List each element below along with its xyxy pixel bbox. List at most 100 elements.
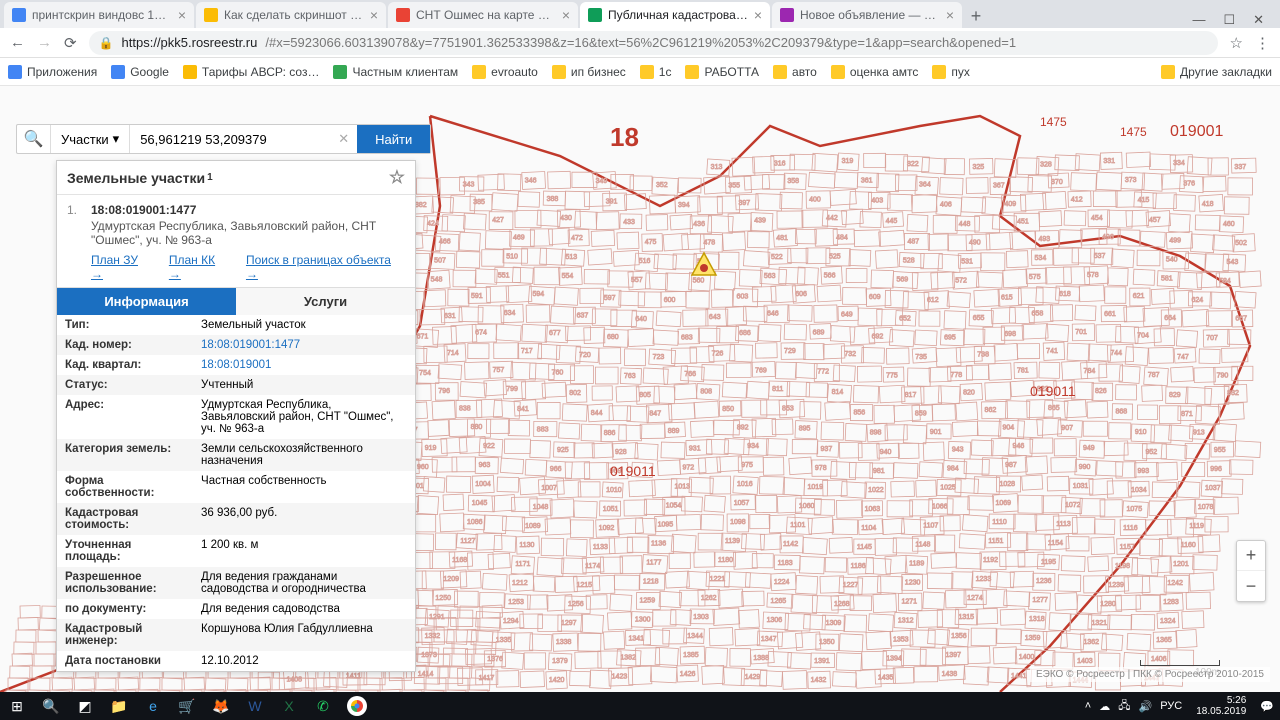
close-icon[interactable]: × <box>370 7 378 23</box>
svg-text:671: 671 <box>417 334 429 341</box>
taskview-icon[interactable]: ◩ <box>68 692 102 720</box>
bookmark-folder[interactable]: ип бизнес <box>552 65 626 79</box>
start-button[interactable]: ⊞ <box>0 692 34 720</box>
svg-text:1186: 1186 <box>851 563 866 570</box>
svg-text:1110: 1110 <box>992 519 1007 526</box>
svg-text:689: 689 <box>813 329 825 336</box>
taskbar-app[interactable]: e <box>136 692 170 720</box>
close-icon[interactable]: × <box>178 7 186 23</box>
tray-up-icon[interactable]: ˄ <box>1085 700 1091 712</box>
favorite-icon[interactable]: ☆ <box>389 167 405 188</box>
browser-tab[interactable]: Новое объявление — Объяв…× <box>772 2 962 28</box>
other-bookmarks[interactable]: Другие закладки <box>1161 65 1272 79</box>
tray-lang[interactable]: РУС <box>1160 700 1182 712</box>
svg-text:832: 832 <box>1227 390 1239 397</box>
taskbar-app[interactable]: 🛒 <box>170 692 204 720</box>
clear-icon[interactable]: ✕ <box>330 131 357 147</box>
quarter-label: 019011 <box>610 463 656 479</box>
svg-text:841: 841 <box>517 406 529 413</box>
menu-icon[interactable]: ⋮ <box>1255 34 1270 52</box>
tray-volume-icon[interactable]: 🔊 <box>1139 700 1153 713</box>
close-icon[interactable]: × <box>754 7 762 23</box>
svg-text:1086: 1086 <box>467 519 483 526</box>
reload-button[interactable]: ⟳ <box>64 34 77 52</box>
close-icon[interactable]: × <box>946 7 954 23</box>
tray-cloud-icon[interactable]: ☁ <box>1099 700 1110 713</box>
window-close-icon[interactable]: ✕ <box>1253 12 1264 28</box>
taskbar-app[interactable]: W <box>238 692 272 720</box>
taskbar-app[interactable]: X <box>272 692 306 720</box>
browser-tab[interactable]: СНТ Ошмес на карте Ижевск…× <box>388 2 578 28</box>
back-button[interactable]: ← <box>10 34 25 51</box>
svg-text:637: 637 <box>577 312 589 319</box>
taskbar-app[interactable]: 📁 <box>102 692 136 720</box>
bookmark-item[interactable]: Частным клиентам <box>333 65 458 79</box>
browser-tab-active[interactable]: Публичная кадастровая карт…× <box>580 2 770 28</box>
window-maximize-icon[interactable]: ☐ <box>1223 12 1235 28</box>
svg-text:714: 714 <box>447 350 459 357</box>
bookmark-folder[interactable]: РАБОТТА <box>685 65 759 79</box>
tab-info[interactable]: Информация <box>57 288 236 315</box>
zoom-out-button[interactable]: − <box>1237 571 1265 601</box>
taskbar-app[interactable]: 🦊 <box>204 692 238 720</box>
plan-zu-link[interactable]: План ЗУ → <box>91 253 153 281</box>
search-bounds-link[interactable]: Поиск в границах объекта → <box>246 253 405 281</box>
svg-text:865: 865 <box>1048 405 1060 412</box>
svg-text:781: 781 <box>1017 368 1029 375</box>
svg-text:361: 361 <box>861 177 873 184</box>
svg-text:448: 448 <box>959 221 971 228</box>
search-input[interactable] <box>130 125 330 153</box>
property-value: Земельный участок <box>193 315 415 335</box>
zoom-in-button[interactable]: + <box>1237 541 1265 571</box>
plan-kk-link[interactable]: План КК → <box>169 253 230 281</box>
find-button[interactable]: Найти <box>357 125 430 153</box>
svg-text:445: 445 <box>886 218 898 225</box>
quarter-label: 019011 <box>1030 383 1076 399</box>
search-result-marker[interactable] <box>690 251 718 280</box>
taskbar-clock[interactable]: 5:26 18.05.2019 <box>1190 695 1252 717</box>
search-icon[interactable]: 🔍 <box>17 125 51 153</box>
svg-text:1271: 1271 <box>901 598 917 605</box>
svg-text:1403: 1403 <box>1077 658 1093 665</box>
bookmark-folder[interactable]: 1с <box>640 65 672 79</box>
tab-services[interactable]: Услуги <box>236 288 415 315</box>
bookmark-folder[interactable]: оценка амтс <box>831 65 919 79</box>
bookmark-folder[interactable]: evroauto <box>472 65 538 79</box>
svg-text:1438: 1438 <box>942 671 958 678</box>
taskbar-app[interactable] <box>347 696 367 716</box>
new-tab-button[interactable]: + <box>964 4 988 28</box>
close-icon[interactable]: × <box>562 7 570 23</box>
bookmark-item[interactable]: Google <box>111 65 169 79</box>
bookmark-folder[interactable]: пух <box>932 65 970 79</box>
tray-network-icon[interactable]: 🖧 <box>1118 697 1130 716</box>
omnibox[interactable]: 🔒 https://pkk5.rosreestr.ru/#x=5923066.6… <box>89 31 1218 55</box>
svg-text:1189: 1189 <box>909 560 924 567</box>
bookmark-item[interactable]: Тарифы АВСР: соз… <box>183 65 320 79</box>
search-type-dropdown[interactable]: Участки▾ <box>51 125 130 153</box>
browser-tab[interactable]: принтскрин виндовс 10 - По…× <box>4 2 194 28</box>
apps-button[interactable]: Приложения <box>8 65 97 79</box>
taskbar-app[interactable]: ✆ <box>306 692 340 720</box>
forward-button[interactable]: → <box>37 34 52 51</box>
svg-text:1148: 1148 <box>915 541 930 548</box>
svg-text:790: 790 <box>1217 372 1229 379</box>
svg-text:1441: 1441 <box>1011 673 1027 680</box>
panel-heading: Земельные участки <box>67 170 205 186</box>
svg-text:618: 618 <box>1059 291 1071 298</box>
browser-tab[interactable]: Как сделать скриншот в Wind…× <box>196 2 386 28</box>
bookmark-star-icon[interactable]: ☆ <box>1230 34 1243 52</box>
svg-text:1028: 1028 <box>999 481 1015 488</box>
property-value[interactable]: 18:08:019001:1477 <box>193 335 415 355</box>
svg-text:1400: 1400 <box>1019 654 1035 661</box>
search-taskbar-icon[interactable]: 🔍 <box>34 692 68 720</box>
svg-text:1283: 1283 <box>1163 599 1179 606</box>
svg-text:931: 931 <box>689 446 701 453</box>
bookmark-folder[interactable]: авто <box>773 65 817 79</box>
svg-text:1201: 1201 <box>1173 561 1189 568</box>
property-value[interactable]: 18:08:019001 <box>193 355 415 375</box>
window-minimize-icon[interactable]: — <box>1192 12 1205 28</box>
svg-text:534: 534 <box>1035 255 1047 262</box>
tray-notifications-icon[interactable]: 💬 <box>1260 700 1274 713</box>
svg-text:1315: 1315 <box>958 614 974 621</box>
property-key: Форма собственности: <box>57 471 193 503</box>
